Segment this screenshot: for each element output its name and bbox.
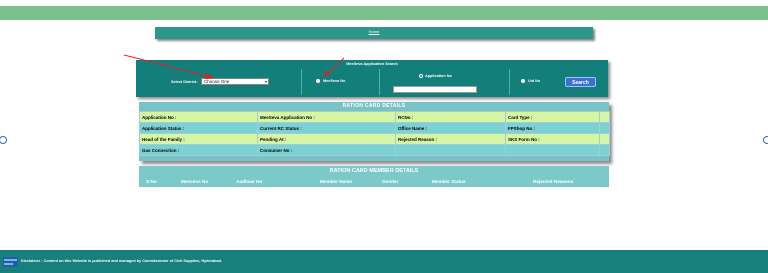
- table-cell: Application No :: [139, 111, 258, 123]
- table-cell: [599, 122, 610, 134]
- table-cell: Application Status :: [139, 122, 258, 134]
- divider: [379, 69, 380, 95]
- table-cell: SKS Form No :: [505, 133, 600, 145]
- table-cell: Consumer No :: [257, 144, 396, 156]
- footer: Disclaimer : Content on this Website is …: [0, 250, 768, 273]
- table-cell: [599, 133, 610, 145]
- nav-bar: Home: [155, 27, 593, 39]
- district-select-value: Choose One: [204, 79, 230, 84]
- table-cell: Card Type :: [505, 111, 600, 123]
- application-no-input[interactable]: [393, 86, 477, 93]
- table-cell: [395, 144, 506, 156]
- table-cell: [505, 144, 600, 156]
- carousel-prev-circle[interactable]: [0, 136, 7, 144]
- chevron-down-icon: ▾: [264, 79, 267, 84]
- table-cell: RCNo :: [395, 111, 506, 123]
- column-header-rejected-reasons: Rejected Reasons: [533, 179, 574, 184]
- column-header-aadhaar-no: Aadhaar No: [236, 179, 263, 184]
- table-cell: Gas Connection :: [139, 144, 258, 156]
- table-row: Gas Connection : Consumer No :: [139, 144, 610, 156]
- ration-card-details-title: RATION CARD DETAILS: [342, 103, 406, 109]
- divider: [509, 69, 510, 95]
- column-header-member-status: Member Status: [432, 179, 466, 184]
- home-link[interactable]: Home: [155, 29, 593, 34]
- column-header-meeseva-no: Meeseva No: [181, 179, 209, 184]
- table-cell: Head of the Family :: [139, 133, 258, 145]
- logo-icon: [3, 257, 18, 267]
- table-cell: Current RC Status :: [257, 122, 396, 134]
- search-button[interactable]: Search: [565, 77, 596, 87]
- member-details-title: RATION CARD MEMBER DETAILS: [329, 168, 419, 174]
- table-cell: Rejected Reason :: [395, 133, 506, 145]
- ration-card-details-table: Application No : MeeSeva Application No …: [139, 111, 610, 156]
- table-cell: [599, 111, 610, 123]
- table-cell: FPShop No :: [505, 122, 600, 134]
- radio-application-label: Application No: [425, 74, 452, 78]
- district-label: Select District:: [171, 80, 198, 84]
- radio-uid-no[interactable]: [521, 79, 525, 83]
- table-row: Head of the Family : Pending At : Reject…: [139, 133, 610, 145]
- radio-meeseva-label: MeeSeva No: [323, 79, 346, 83]
- radio-uid-label: Uid No: [528, 79, 541, 83]
- table-row: Application No : MeeSeva Application No …: [139, 111, 610, 123]
- search-panel-title: MeeSeva Application Search: [346, 62, 398, 66]
- district-select[interactable]: Choose One ▾: [201, 78, 269, 85]
- table-cell: Office Name :: [395, 122, 506, 134]
- footer-disclaimer: Disclaimer : Content on this Website is …: [21, 259, 222, 263]
- column-header-member-name: Member Name: [320, 179, 353, 184]
- carousel-next-circle[interactable]: [763, 136, 768, 144]
- table-row: Application Status : Current RC Status :…: [139, 122, 610, 134]
- table-cell: Pending At :: [257, 133, 396, 145]
- radio-application-no[interactable]: [419, 74, 423, 78]
- column-header-sno: S No: [146, 179, 157, 184]
- table-cell: MeeSeva Application No :: [257, 111, 396, 123]
- radio-meeseva-no[interactable]: [316, 79, 320, 83]
- top-banner-bar: [0, 6, 768, 20]
- divider: [301, 69, 302, 95]
- column-header-gender: Gender: [382, 179, 399, 184]
- table-cell: [599, 144, 610, 156]
